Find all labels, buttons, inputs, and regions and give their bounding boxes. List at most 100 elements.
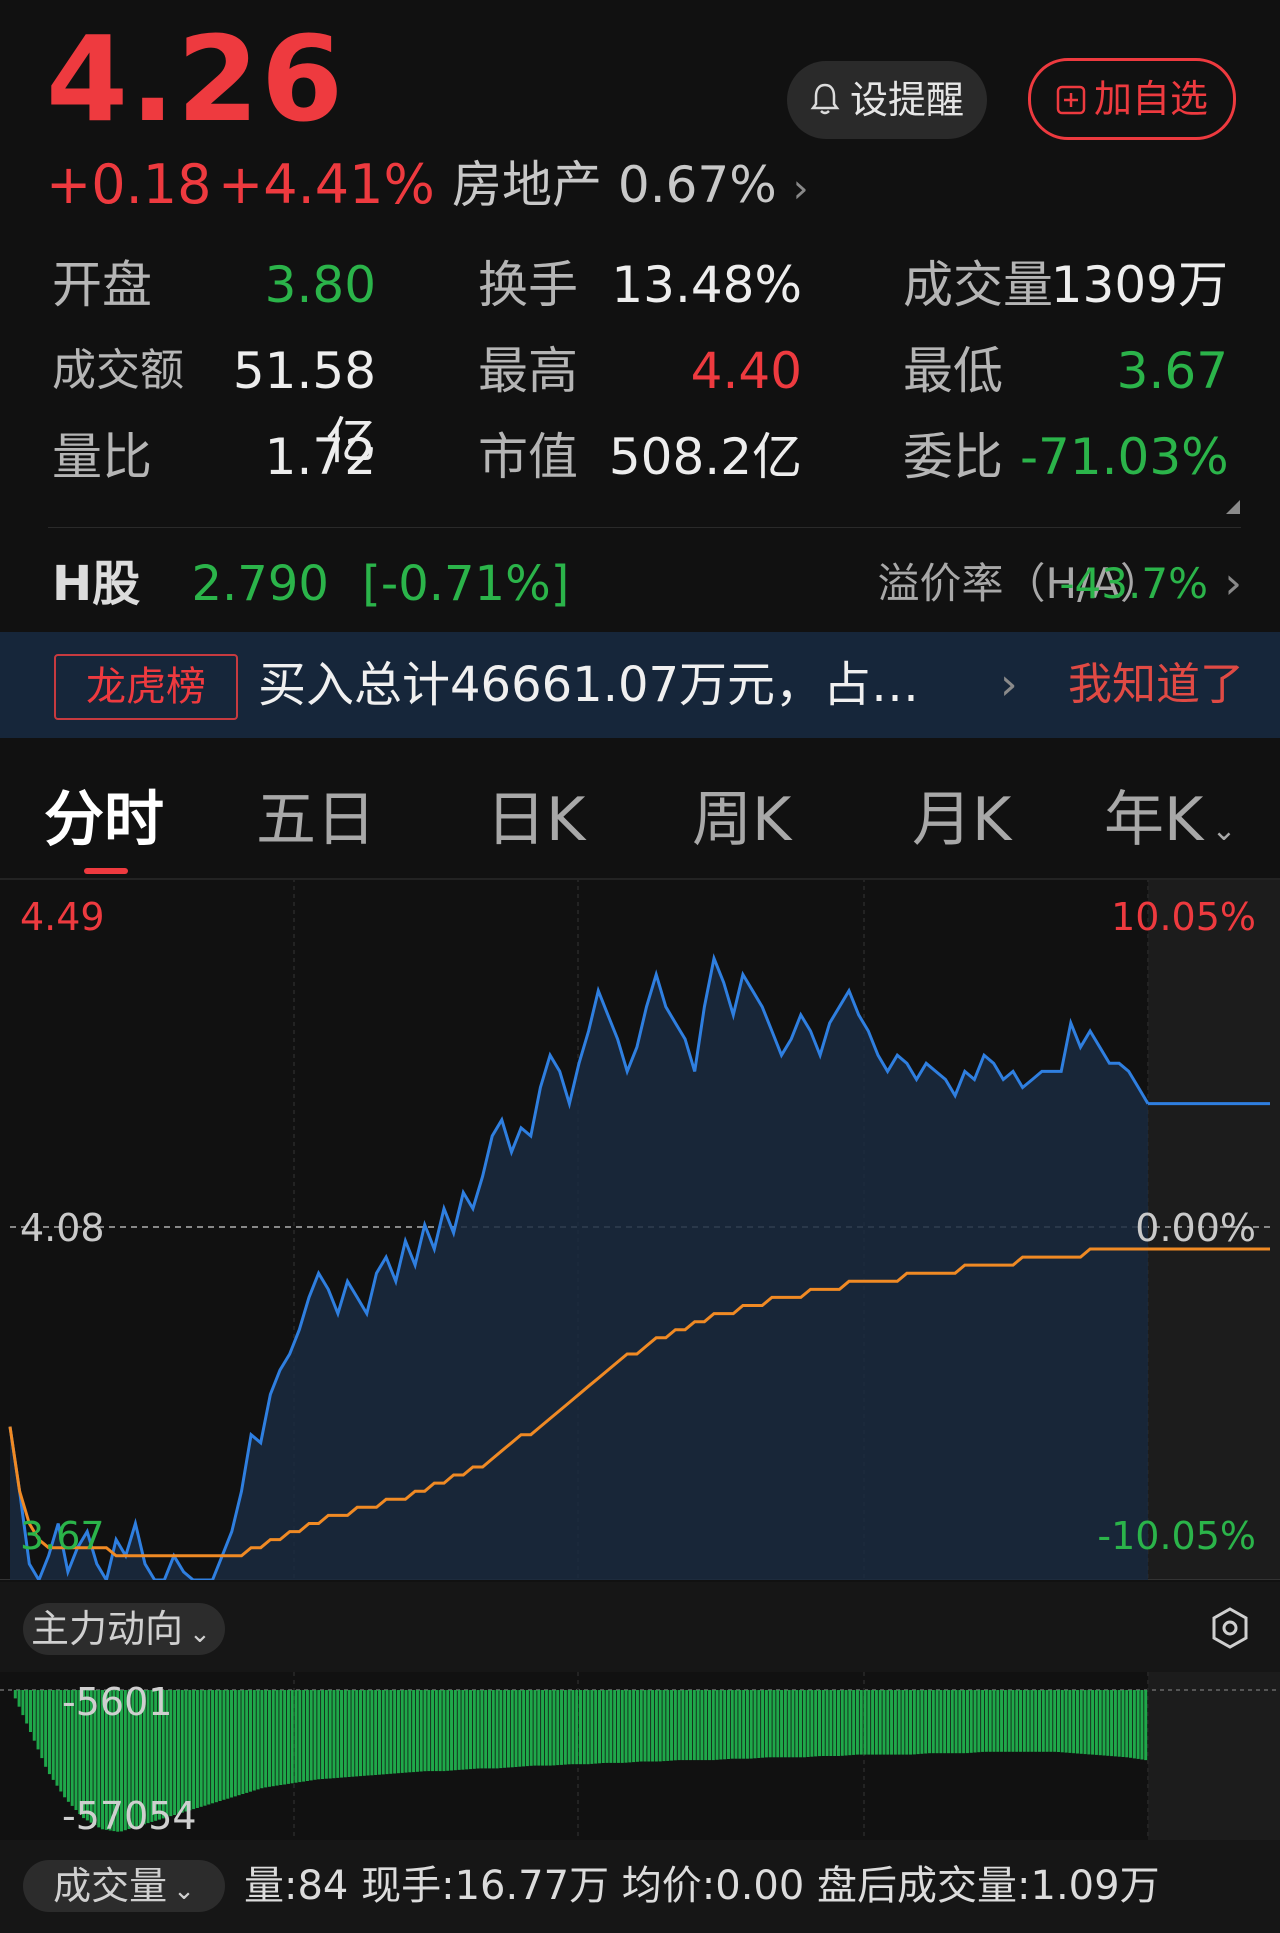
flow-bar (1060, 1690, 1064, 1753)
flow-bar (605, 1690, 609, 1763)
flow-bar (195, 1690, 199, 1808)
flow-bar (453, 1690, 457, 1771)
flow-bar (859, 1690, 863, 1755)
flow-bar (514, 1690, 518, 1767)
flow-bar (761, 1690, 765, 1758)
dismiss-banner-button[interactable]: 我知道了 (1068, 652, 1244, 718)
settings-hexagon-icon[interactable] (1210, 1606, 1250, 1654)
flow-bar (241, 1690, 245, 1794)
flow-bar (362, 1690, 366, 1776)
flow-bar (711, 1690, 715, 1761)
flow-bar (28, 1690, 32, 1732)
flow-bar (1075, 1690, 1079, 1754)
flow-bar (468, 1690, 473, 1770)
flow-bar (1121, 1690, 1125, 1757)
flow-bar (825, 1690, 829, 1756)
flow-bar (912, 1690, 916, 1755)
flow-bar (821, 1690, 825, 1756)
flow-bar (734, 1690, 738, 1759)
flow-bar (772, 1690, 776, 1758)
flow-bar (529, 1690, 533, 1766)
chevron-right-icon: › (1224, 558, 1242, 609)
flow-bar (385, 1690, 389, 1775)
intraday-chart[interactable] (0, 878, 1280, 1580)
flow-bar (590, 1690, 594, 1764)
flow-bar (844, 1690, 848, 1756)
vol-ratio-value: 1.72 (264, 428, 376, 486)
flow-bar (271, 1690, 275, 1787)
flow-bar (939, 1690, 943, 1754)
flow-bar (218, 1690, 222, 1801)
flow-bar (389, 1690, 393, 1774)
flow-bar (1079, 1690, 1083, 1754)
tab-yearly-k[interactable]: 年K ⌄ (1104, 780, 1237, 871)
flow-bar (886, 1690, 890, 1755)
flow-bar (522, 1690, 526, 1767)
chevron-down-icon: ⌄ (189, 1619, 211, 1649)
flow-bar (1034, 1690, 1038, 1752)
flow-bar (286, 1690, 290, 1784)
flow-bar (427, 1690, 431, 1772)
price-change-pct: +4.41% (218, 153, 435, 216)
flow-bar (992, 1690, 996, 1752)
flow-bar (533, 1690, 537, 1766)
flow-bar (863, 1690, 867, 1755)
flow-bar (651, 1690, 655, 1762)
tab-weekly-k[interactable]: 周K (692, 780, 791, 860)
sector-name: 房地产 (452, 156, 602, 214)
flow-bar (419, 1690, 423, 1772)
flow-bar (916, 1690, 920, 1755)
flow-bar (256, 1690, 260, 1790)
main-flow-selector[interactable]: 主力动向 ⌄ (23, 1603, 225, 1655)
tab-monthly-k[interactable]: 月K (912, 780, 1011, 860)
flow-bar (499, 1690, 503, 1769)
flow-bar (1041, 1690, 1045, 1752)
flow-bar (260, 1690, 264, 1789)
tab-intraday[interactable]: 分时 (44, 780, 164, 860)
sector-link[interactable]: 房地产 0.67% › (452, 150, 809, 224)
pct-mid-label: 0.00% (1135, 1206, 1256, 1250)
flow-bar (396, 1690, 400, 1774)
flow-bar (377, 1690, 381, 1775)
flow-bar (586, 1690, 590, 1765)
flow-bar (1117, 1690, 1121, 1757)
add-watchlist-button[interactable]: 加自选 (1028, 58, 1236, 140)
tab-daily-k[interactable]: 日K (486, 780, 585, 860)
flow-bar (852, 1690, 856, 1755)
flow-bar (1094, 1690, 1098, 1755)
flow-bar (882, 1690, 886, 1755)
flow-bar (32, 1690, 36, 1741)
flow-bar (984, 1690, 988, 1752)
flow-bar (347, 1690, 351, 1777)
flow-bar (567, 1690, 571, 1765)
commission-label: 委比 (903, 428, 1003, 486)
flow-bar (670, 1690, 674, 1761)
flow-bar (749, 1690, 753, 1759)
flow-bar (541, 1690, 545, 1766)
premium-value: -43.7% (1059, 559, 1208, 608)
turnover-value: 13.48% (611, 256, 802, 314)
flow-bar (723, 1690, 727, 1760)
flow-bar (996, 1690, 1000, 1752)
flow-bar (408, 1690, 412, 1773)
flow-bottom-label: -57054 (62, 1794, 197, 1838)
plus-square-icon (1056, 64, 1086, 140)
flow-bar (340, 1690, 344, 1778)
tab-yearly-k-label: 年K (1104, 785, 1204, 855)
set-reminder-button[interactable]: 设提醒 (787, 61, 987, 139)
volume-info: 量:84 现手:16.77万 均价:0.00 盘后成交量:1.09万 (244, 1863, 1160, 1909)
flow-bar (601, 1690, 605, 1763)
expand-corner-icon[interactable] (1226, 500, 1240, 514)
flow-bar (252, 1690, 256, 1791)
flow-bar (17, 1690, 21, 1707)
flow-bar (366, 1690, 370, 1776)
low-value: 3.67 (1116, 342, 1228, 400)
flow-bar (188, 1690, 192, 1811)
volume-selector[interactable]: 成交量 ⌄ (23, 1860, 225, 1912)
flow-bar (317, 1690, 321, 1780)
tab-five-day[interactable]: 五日 (256, 780, 376, 860)
flow-bar (950, 1690, 954, 1754)
flow-bar (855, 1690, 859, 1755)
h-share-row[interactable]: H股 2.790 [-0.71%] 溢价率（H/A） -43.7% › (52, 548, 1242, 620)
flow-bar (245, 1690, 249, 1793)
